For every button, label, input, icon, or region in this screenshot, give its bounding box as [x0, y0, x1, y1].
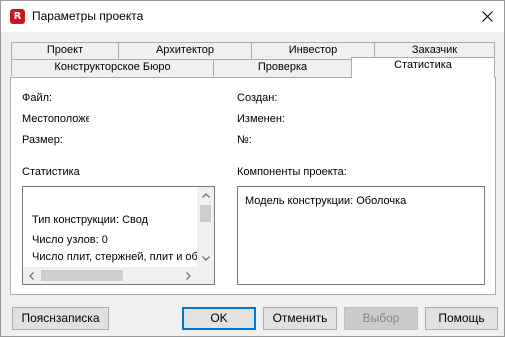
scroll-up-button[interactable]: [197, 187, 214, 204]
window-title: Параметры проекта: [32, 9, 144, 23]
size-label: Размер:: [22, 134, 63, 146]
tab-statistics[interactable]: Статистика: [351, 57, 495, 78]
close-icon: [482, 11, 493, 22]
components-textbox[interactable]: Модель конструкции: Оболочка: [237, 186, 485, 285]
explanatory-note-button[interactable]: Пояснзаписка: [12, 307, 109, 330]
chevron-up-icon: [201, 193, 210, 198]
components-title: Компоненты проекта:: [237, 166, 347, 178]
scroll-left-button[interactable]: [23, 267, 40, 284]
scroll-down-button[interactable]: [197, 250, 214, 267]
modified-label: Изменен:: [237, 113, 285, 125]
location-label: Местоположение:: [22, 113, 89, 125]
scroll-right-button[interactable]: [180, 267, 197, 284]
select-button[interactable]: Выбор: [344, 307, 418, 330]
vertical-scroll-thumb[interactable]: [200, 205, 211, 222]
tab-check[interactable]: Проверка: [213, 59, 352, 76]
created-label: Создан:: [237, 92, 278, 104]
statistics-textbox[interactable]: Тип конструкции: Свод Число узлов: 0 Чис…: [22, 186, 215, 285]
close-button[interactable]: [473, 2, 502, 31]
statistics-line: Число узлов: 0: [32, 234, 108, 246]
dialog-window: R Параметры проекта Проект Архитектор Ин…: [0, 0, 505, 337]
statistics-title: Статистика: [22, 166, 80, 178]
statistics-line: Число плит, стержней, плит и об: [32, 251, 198, 263]
vertical-scrollbar[interactable]: [197, 187, 214, 267]
horizontal-scroll-thumb[interactable]: [41, 270, 123, 281]
statistics-line: Тип конструкции: Свод: [32, 214, 149, 226]
chevron-left-icon: [29, 271, 34, 280]
cancel-button[interactable]: Отменить: [263, 307, 337, 330]
horizontal-scrollbar[interactable]: [23, 267, 197, 284]
ok-button[interactable]: OK: [182, 307, 256, 330]
number-label: №:: [237, 134, 252, 146]
file-label: Файл:: [22, 92, 53, 104]
components-line: Модель конструкции: Оболочка: [245, 195, 407, 207]
tab-project[interactable]: Проект: [11, 42, 119, 59]
help-button[interactable]: Помощь: [425, 307, 498, 330]
chevron-down-icon: [201, 256, 210, 261]
title-bar: R Параметры проекта: [1, 1, 504, 32]
app-logo-icon: R: [10, 9, 25, 24]
chevron-right-icon: [186, 271, 191, 280]
tab-design-bureau[interactable]: Конструкторское Бюро: [11, 59, 214, 76]
scrollbar-corner: [197, 267, 214, 284]
tab-architect[interactable]: Архитектор: [118, 42, 252, 59]
